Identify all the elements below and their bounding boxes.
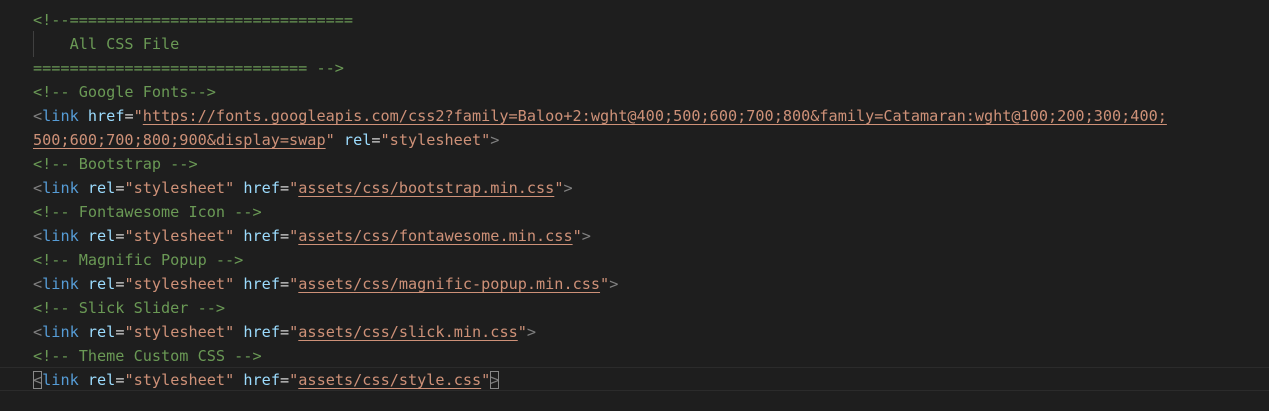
code-line-3[interactable]: ============================== -->: [33, 56, 344, 80]
link-url[interactable]: assets/css/bootstrap.min.css: [298, 179, 554, 197]
link-url[interactable]: https://fonts.googleapis.com/css2?family…: [143, 107, 1167, 125]
code-line-7[interactable]: <link rel="stylesheet" href="assets/css/…: [33, 176, 573, 200]
code-line-5[interactable]: <link href="https://fonts.googleapis.com…: [33, 104, 1167, 128]
code-line-4[interactable]: <!-- Google Fonts-->: [33, 80, 216, 104]
tag-name: link: [42, 227, 79, 245]
code-line-9[interactable]: <link rel="stylesheet" href="assets/css/…: [33, 224, 591, 248]
bracket-match-open: <: [33, 371, 43, 389]
tag-name: link: [42, 107, 79, 125]
tag-name: link: [42, 323, 79, 341]
tag-close-bracket: >: [490, 131, 500, 149]
attr-name: href: [87, 107, 125, 125]
code-line-5-wrap[interactable]: 500;600;700;800;900&display=swap" rel="s…: [33, 128, 499, 152]
code-line-14[interactable]: <!-- Theme Custom CSS -->: [33, 344, 262, 368]
tag-name: link: [42, 275, 79, 293]
code-line-11[interactable]: <link rel="stylesheet" href="assets/css/…: [33, 272, 618, 296]
code-line-15[interactable]: <link rel="stylesheet" href="assets/css/…: [33, 368, 500, 392]
code-line-6[interactable]: <!-- Bootstrap -->: [33, 152, 198, 176]
tag-name: link: [42, 179, 79, 197]
code-line-13[interactable]: <link rel="stylesheet" href="assets/css/…: [33, 320, 536, 344]
code-line-10[interactable]: <!-- Magnific Popup -->: [33, 248, 243, 272]
attr-name: rel: [343, 131, 372, 149]
code-line-12[interactable]: <!-- Slick Slider -->: [33, 296, 225, 320]
code-editor[interactable]: <!--=============================== All …: [0, 0, 1269, 411]
tag-name: link: [42, 371, 79, 389]
link-url[interactable]: assets/css/slick.min.css: [298, 323, 517, 341]
link-url[interactable]: assets/css/magnific-popup.min.css: [298, 275, 600, 293]
bracket-match-close: >: [490, 371, 500, 389]
link-url[interactable]: assets/css/style.css: [298, 371, 481, 389]
code-line-2[interactable]: All CSS File: [33, 32, 180, 56]
code-line-1[interactable]: <!--===============================: [33, 8, 353, 32]
link-url-continued[interactable]: 500;600;700;800;900&display=swap: [33, 131, 326, 149]
tag-open-bracket: <: [33, 107, 43, 125]
link-url[interactable]: assets/css/fontawesome.min.css: [298, 227, 572, 245]
code-line-8[interactable]: <!-- Fontawesome Icon -->: [33, 200, 262, 224]
attr-value: stylesheet: [389, 131, 482, 149]
